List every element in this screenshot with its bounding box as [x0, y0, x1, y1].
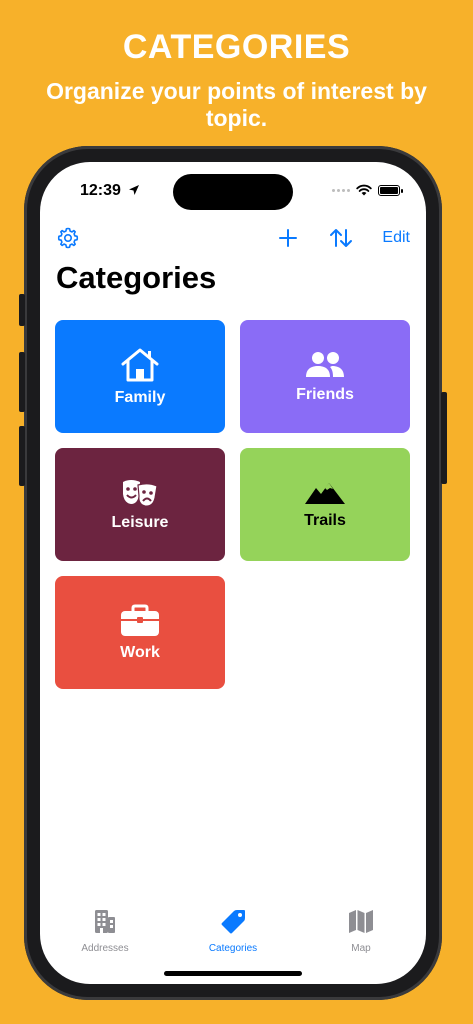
plus-icon	[279, 229, 297, 247]
phone-frame: 12:39 Edit Categories Family Friends Lei…	[19, 146, 447, 1000]
dynamic-island	[173, 174, 293, 210]
location-arrow-icon	[129, 185, 140, 195]
promo-subtitle: Organize your points of interest by topi…	[46, 78, 427, 131]
tab-addresses[interactable]: Addresses	[50, 908, 160, 954]
tab-map[interactable]: Map	[306, 908, 416, 954]
tab-categories[interactable]: Categories	[178, 908, 288, 954]
battery-icon	[378, 184, 403, 196]
category-label: Family	[114, 388, 166, 406]
volume-up-button	[19, 352, 25, 412]
category-label: Work	[120, 643, 160, 661]
page-title: Categories	[56, 260, 217, 295]
tab-label: Map	[351, 943, 371, 954]
cellular-icon	[332, 188, 350, 192]
category-label: Trails	[304, 511, 346, 529]
theater-masks-icon	[123, 479, 158, 507]
sort-arrows-icon	[330, 229, 352, 247]
category-tile-trails[interactable]: Trails	[240, 448, 410, 561]
building-icon	[95, 910, 115, 933]
tag-icon	[221, 910, 245, 934]
house-icon	[121, 348, 159, 381]
home-indicator	[164, 971, 302, 976]
settings-button[interactable]	[56, 226, 80, 255]
promo-title: CATEGORIES	[122, 28, 351, 66]
status-time-text: 12:39	[80, 182, 121, 199]
add-button[interactable]	[276, 226, 300, 255]
gear-icon	[57, 227, 79, 249]
wifi-icon	[356, 184, 372, 196]
briefcase-icon	[121, 604, 159, 636]
edit-button[interactable]: Edit	[382, 229, 410, 247]
tab-label: Categories	[208, 943, 258, 954]
volume-down-button	[19, 426, 25, 486]
action-button	[19, 294, 25, 326]
people-icon	[306, 351, 344, 377]
tab-label: Addresses	[81, 943, 129, 954]
status-time: 12:39	[80, 182, 140, 200]
map-icon	[349, 910, 373, 933]
mountains-icon	[305, 482, 345, 504]
toolbar: Edit	[40, 224, 426, 254]
status-indicators	[332, 184, 403, 196]
category-tile-family[interactable]: Family	[55, 320, 225, 433]
sort-button[interactable]	[328, 226, 354, 255]
category-tile-leisure[interactable]: Leisure	[55, 448, 225, 561]
app-screen: 12:39 Edit Categories Family Friends Lei…	[40, 162, 426, 984]
category-label: Leisure	[111, 513, 169, 531]
category-tile-friends[interactable]: Friends	[240, 320, 410, 433]
category-tile-work[interactable]: Work	[55, 576, 225, 689]
category-label: Friends	[296, 385, 354, 403]
power-button	[441, 392, 447, 484]
